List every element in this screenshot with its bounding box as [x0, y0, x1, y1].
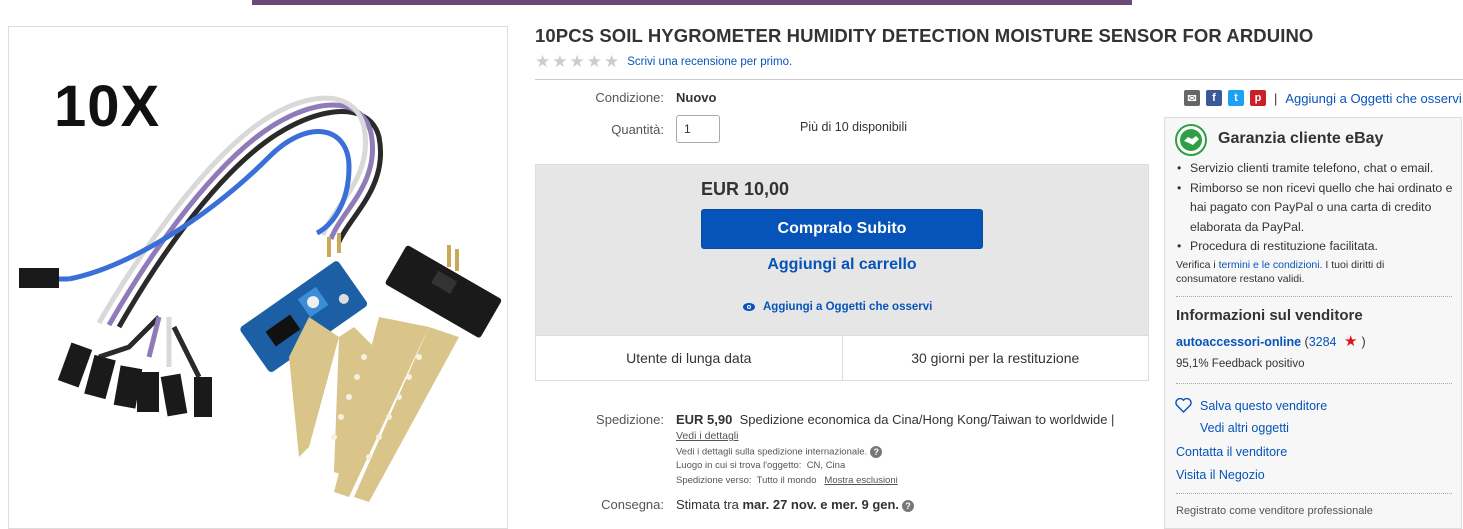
- seller-name-link[interactable]: autoaccessori-online: [1176, 335, 1301, 349]
- shipping-method: Spedizione economica da Cina/Hong Kong/T…: [739, 412, 1115, 427]
- item-location-value: CN, Cina: [806, 460, 846, 471]
- ship-to: Spedizione verso: Tutto il mondo Mostra …: [676, 475, 898, 486]
- top-banner: [252, 0, 1132, 5]
- shipping-info: EUR 5,90 Spedizione economica da Cina/Ho…: [676, 412, 1114, 427]
- product-image[interactable]: 10X: [8, 26, 508, 529]
- divider: [1176, 296, 1452, 297]
- registered-seller-note: Registrato come venditore professionale: [1176, 505, 1373, 517]
- item-location: Luogo in cui si trova l'oggetto: CN, Cin…: [676, 460, 845, 471]
- star-icon: ★: [604, 52, 620, 71]
- watch-button[interactable]: Aggiungi a Oggetti che osservi: [743, 301, 932, 313]
- score-close: ): [1361, 335, 1366, 349]
- help-icon[interactable]: ?: [902, 499, 915, 512]
- heart-icon[interactable]: [1175, 398, 1192, 413]
- feedback-percent: 95,1% Feedback positivo: [1176, 358, 1305, 370]
- shipping-cost: EUR 5,90: [676, 412, 733, 427]
- availability-text: Più di 10 disponibili: [800, 120, 908, 134]
- delivery-range: mar. 27 nov. e mer. 9 gen.: [742, 497, 900, 512]
- pinterest-icon[interactable]: p: [1250, 90, 1266, 106]
- delivery-info: Stimata tra mar. 27 nov. e mer. 9 gen.?: [676, 497, 915, 512]
- badge-returns: 30 giorni per la restituzione: [841, 336, 1149, 380]
- guarantee-item: Procedura di restituzione facilitata.: [1176, 237, 1456, 257]
- share-separator: |: [1274, 90, 1278, 106]
- guarantee-item: Servizio clienti tramite telefono, chat …: [1176, 159, 1456, 179]
- shipping-label: Spedizione:: [596, 412, 664, 427]
- email-icon[interactable]: ✉: [1184, 90, 1200, 106]
- see-other-items-link[interactable]: Vedi altri oggetti: [1200, 421, 1289, 435]
- show-exclusions-link[interactable]: Mostra esclusioni: [824, 475, 897, 486]
- badge-long-time-seller: Utente di lunga data: [626, 350, 752, 366]
- quantity-input[interactable]: [676, 115, 720, 143]
- star-icon: ★: [535, 52, 551, 71]
- seller-score-link[interactable]: 3284: [1309, 335, 1337, 349]
- guarantee-title: Garanzia cliente eBay: [1218, 130, 1384, 147]
- write-review-link[interactable]: Scrivi una recensione per primo.: [627, 56, 792, 68]
- divider: [535, 79, 1463, 80]
- image-overlay-text: 10X: [54, 74, 161, 139]
- add-to-cart-button[interactable]: Aggiungi al carrello: [701, 256, 983, 274]
- twitter-icon[interactable]: t: [1228, 90, 1244, 106]
- seller-row: autoaccessori-online (3284 ★): [1176, 332, 1366, 350]
- visit-store-link[interactable]: Visita il Negozio: [1176, 468, 1265, 482]
- item-location-label: Luogo in cui si trova l'oggetto:: [676, 460, 802, 471]
- watch-label: Aggiungi a Oggetti che osservi: [763, 301, 933, 313]
- save-seller-link[interactable]: Salva questo venditore: [1200, 399, 1327, 413]
- star-icon: ★: [586, 52, 602, 71]
- contact-seller-link[interactable]: Contatta il venditore: [1176, 445, 1287, 459]
- facebook-icon[interactable]: f: [1206, 90, 1222, 106]
- ship-to-value: Tutto il mondo: [756, 475, 817, 486]
- terms-prefix: Verifica i: [1176, 259, 1216, 271]
- quantity-label: Quantità:: [611, 122, 664, 137]
- eye-icon: [743, 303, 755, 311]
- star-icon: ★: [569, 52, 585, 71]
- buy-now-button[interactable]: Compralo Subito: [701, 209, 983, 249]
- star-icon: ★: [552, 52, 568, 71]
- delivery-label: Consegna:: [601, 497, 664, 512]
- seller-section-title: Informazioni sul venditore: [1176, 307, 1363, 324]
- divider: [1176, 493, 1452, 494]
- delivery-prefix: Stimata tra: [676, 497, 739, 512]
- share-row: ✉ f t p | Aggiungi a Oggetti che osservi: [1184, 90, 1462, 106]
- shipping-note-text: Vedi i dettagli sulla spedizione interna…: [676, 446, 868, 458]
- badges-row: Utente di lunga data 30 giorni per la re…: [535, 335, 1149, 381]
- add-to-watchlist-link[interactable]: Aggiungi a Oggetti che osservi: [1285, 91, 1461, 106]
- product-title: 10PCS SOIL HYGROMETER HUMIDITY DETECTION…: [535, 25, 1314, 46]
- condition-label: Condizione:: [595, 90, 664, 105]
- terms-note: Verifica i termini e le condizioni. I tu…: [1176, 258, 1446, 286]
- condition-value: Nuovo: [676, 90, 717, 105]
- ship-to-label: Spedizione verso:: [676, 475, 752, 486]
- help-icon[interactable]: ?: [870, 446, 883, 458]
- handshake-icon: [1175, 124, 1207, 156]
- rating-row: ★ ★ ★ ★ ★ Scrivi una recensione per prim…: [535, 53, 792, 70]
- shipping-note: Vedi i dettagli sulla spedizione interna…: [676, 446, 883, 458]
- shipping-details-link[interactable]: Vedi i dettagli: [676, 430, 738, 442]
- shipping-details-link-row: Vedi i dettagli: [676, 430, 738, 442]
- terms-link[interactable]: termini e le condizioni: [1219, 259, 1320, 271]
- divider: [1176, 383, 1452, 384]
- guarantee-list: Servizio clienti tramite telefono, chat …: [1176, 159, 1456, 257]
- price: EUR 10,00: [701, 179, 790, 199]
- guarantee-item: Rimborso se non ricevi quello che hai or…: [1176, 179, 1456, 238]
- seller-star-icon: ★: [1344, 333, 1358, 350]
